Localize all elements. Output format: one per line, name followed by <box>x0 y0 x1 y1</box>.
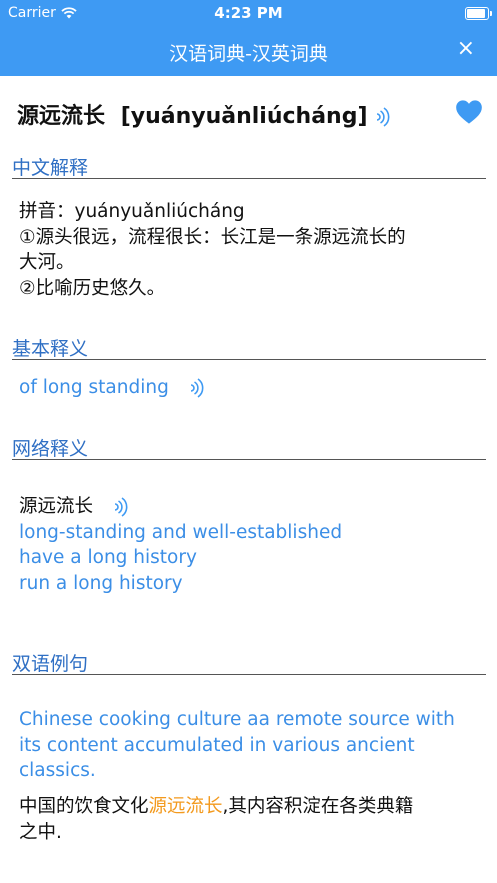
section-divider <box>12 359 486 360</box>
web-definition: 源远流长 long-standing and well-established … <box>19 494 479 596</box>
section-divider <box>12 674 486 675</box>
web-translation: run a long history <box>19 572 183 594</box>
headword-row: 源远流长 [yuányuǎnliúcháng] <box>17 98 391 130</box>
speaker-icon[interactable] <box>189 377 205 399</box>
status-time: 4:23 PM <box>214 4 283 22</box>
web-translation: have a long history <box>19 547 197 568</box>
headword: 源远流长 <box>17 104 106 129</box>
example-english-line: its content accumulated in various ancie… <box>19 734 415 756</box>
chinese-definition: 拼音：yuányuǎnliúcháng ①源头很远，流程很长：长江是一条源远流长… <box>19 199 479 301</box>
section-divider <box>12 178 486 179</box>
basic-translation-row: of long standing <box>19 375 479 401</box>
nav-bar: 汉语词典-汉英词典 × <box>0 26 497 76</box>
example-chinese-line-2: 之中. <box>19 821 62 843</box>
speaker-icon[interactable] <box>375 106 391 128</box>
section-title-bilingual: 双语例句 <box>12 653 89 675</box>
definition-1-line-1: ①源头很远，流程很长：长江是一条源远流长的 <box>19 226 406 248</box>
web-term: 源远流长 <box>19 496 94 517</box>
section-title-web: 网络释义 <box>12 438 89 460</box>
basic-translation: of long standing <box>19 377 169 398</box>
battery-icon <box>465 7 492 20</box>
heart-icon[interactable] <box>455 99 483 125</box>
web-translation: long-standing and well-established <box>19 521 343 543</box>
example-chinese-suffix: ,其内容积淀在各类典籍 <box>222 796 414 817</box>
pinyin-line: 拼音：yuányuǎnliúcháng <box>19 201 245 222</box>
example-chinese-prefix: 中国的饮食文化 <box>19 796 149 817</box>
example-highlight: 源远流长 <box>148 796 223 817</box>
battery-fill <box>467 9 485 18</box>
status-bar: Carrier 4:23 PM <box>0 0 497 26</box>
definition-2: ②比喻历史悠久。 <box>19 277 166 299</box>
example-english-line: Chinese cooking culture aa remote source… <box>19 709 455 730</box>
section-divider <box>12 459 486 460</box>
example-chinese-line: 中国的饮食文化源远流长,其内容积淀在各类典籍 <box>19 794 479 820</box>
section-title-chinese: 中文解释 <box>12 157 89 179</box>
close-icon[interactable]: × <box>457 36 475 62</box>
speaker-icon[interactable] <box>113 496 129 518</box>
section-title-basic: 基本释义 <box>12 338 89 360</box>
entry-content: 源远流长 [yuányuǎnliúcháng] 中文解释 拼音：yuányuǎn… <box>0 76 497 883</box>
example-chinese: 中国的饮食文化源远流长,其内容积淀在各类典籍 之中. <box>19 794 479 845</box>
example-english: Chinese cooking culture aa remote source… <box>19 707 479 784</box>
definition-1-line-2: 大河。 <box>19 252 75 273</box>
web-term-row: 源远流长 <box>19 494 479 520</box>
headword-pinyin: [yuányuǎnliúcháng] <box>120 104 368 129</box>
nav-title: 汉语词典-汉英词典 <box>169 43 328 65</box>
example-english-line: classics. <box>19 760 96 781</box>
